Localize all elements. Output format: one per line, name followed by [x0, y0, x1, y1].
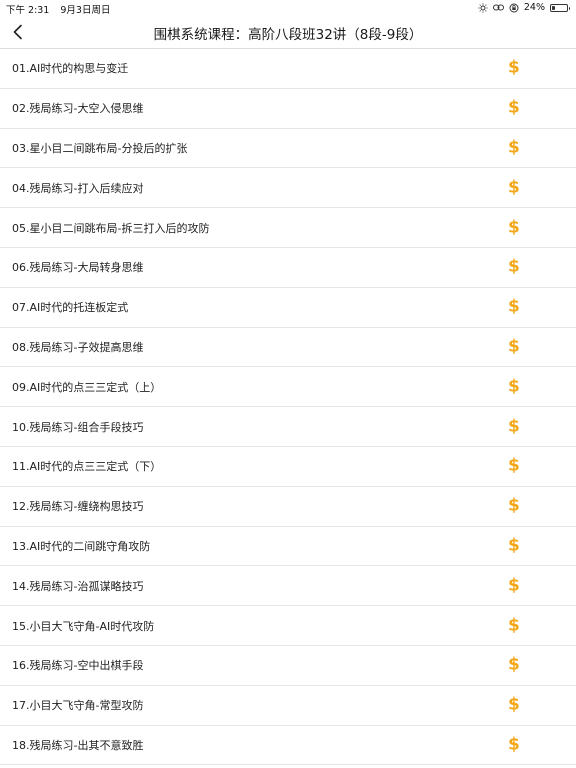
dollar-icon: $ — [508, 416, 520, 437]
status-date: 9月3日周日 — [60, 5, 111, 16]
dollar-icon: $ — [508, 455, 520, 476]
dollar-icon: $ — [508, 97, 520, 118]
lesson-item[interactable]: 10.残局练习-组合手段技巧 $ — [0, 407, 576, 447]
lesson-title: 16.残局练习-空中出棋手段 — [12, 659, 144, 673]
lesson-title: 05.星小目二间跳布局-拆三打入后的攻防 — [12, 221, 210, 235]
dollar-icon: $ — [508, 137, 520, 158]
lesson-item[interactable]: 11.AI时代的点三三定式（下） $ — [0, 447, 576, 487]
status-bar: 下午 2:31 9月3日周日 24% — [0, 0, 576, 16]
lesson-title: 13.AI时代的二间跳守角攻防 — [12, 539, 151, 553]
lesson-item[interactable]: 03.星小目二间跳布局-分投后的扩张 $ — [0, 129, 576, 169]
lesson-item[interactable]: 01.AI时代的构思与变迁 $ — [0, 49, 576, 89]
lesson-title: 10.残局练习-组合手段技巧 — [12, 420, 144, 434]
lesson-item[interactable]: 18.残局练习-出其不意致胜 $ — [0, 726, 576, 766]
lesson-item[interactable]: 06.残局练习-大局转身思维 $ — [0, 248, 576, 288]
dollar-icon: $ — [508, 57, 520, 78]
lesson-title: 11.AI时代的点三三定式（下） — [12, 460, 162, 474]
lesson-title: 02.残局练习-大空入侵思维 — [12, 102, 144, 116]
dollar-icon: $ — [508, 336, 520, 357]
dollar-icon: $ — [508, 177, 520, 198]
lesson-item[interactable]: 08.残局练习-子效提高思维 $ — [0, 328, 576, 368]
lesson-item[interactable]: 12.残局练习-缠绕构思技巧 $ — [0, 487, 576, 527]
battery-icon — [550, 3, 570, 12]
nav-bar: 围棋系统课程：高阶八段班32讲（8段-9段） — [0, 16, 576, 49]
status-right: 24% — [478, 2, 570, 13]
link-icon — [492, 3, 504, 12]
dollar-icon: $ — [508, 296, 520, 317]
lesson-title: 07.AI时代的托连板定式 — [12, 301, 129, 315]
lesson-title: 15.小目大飞守角-AI时代攻防 — [12, 619, 155, 633]
lesson-title: 06.残局练习-大局转身思维 — [12, 261, 144, 275]
page-title: 围棋系统课程：高阶八段班32讲（8段-9段） — [153, 27, 423, 43]
lesson-item[interactable]: 07.AI时代的托连板定式 $ — [0, 288, 576, 328]
lesson-title: 03.星小目二间跳布局-分投后的扩张 — [12, 141, 188, 155]
lesson-title: 18.残局练习-出其不意致胜 — [12, 738, 144, 752]
dollar-icon: $ — [508, 734, 520, 755]
chevron-left-icon — [13, 24, 22, 40]
dollar-icon: $ — [508, 256, 520, 277]
dollar-icon: $ — [508, 694, 520, 715]
dollar-icon: $ — [508, 376, 520, 397]
lesson-title: 12.残局练习-缠绕构思技巧 — [12, 500, 144, 514]
dollar-icon: $ — [508, 217, 520, 238]
lesson-item[interactable]: 14.残局练习-治孤谋略技巧 $ — [0, 566, 576, 607]
status-left: 下午 2:31 9月3日周日 — [6, 2, 110, 16]
dollar-icon: $ — [508, 575, 520, 596]
lesson-list: 01.AI时代的构思与变迁 $02.残局练习-大空入侵思维 $03.星小目二间跳布局… — [0, 49, 576, 766]
dollar-icon: $ — [508, 615, 520, 636]
dollar-icon: $ — [508, 654, 520, 675]
lesson-title: 09.AI时代的点三三定式（上） — [12, 380, 162, 394]
lesson-title: 08.残局练习-子效提高思维 — [12, 340, 144, 354]
status-time: 下午 2:31 — [6, 5, 50, 16]
lesson-item[interactable]: 09.AI时代的点三三定式（上） $ — [0, 367, 576, 408]
battery-level — [552, 5, 556, 10]
brightness-icon — [478, 2, 488, 13]
back-button[interactable] — [6, 20, 30, 44]
dollar-icon: $ — [508, 495, 520, 516]
lesson-item[interactable]: 04.残局练习-打入后续应对 $ — [0, 168, 576, 209]
lesson-title: 17.小目大飞守角-常型攻防 — [12, 699, 144, 713]
lesson-title: 14.残局练习-治孤谋略技巧 — [12, 579, 144, 593]
battery-percent: 24% — [523, 2, 545, 13]
lesson-title: 01.AI时代的构思与变迁 — [12, 62, 129, 76]
lesson-item[interactable]: 05.星小目二间跳布局-拆三打入后的攻防 $ — [0, 208, 576, 248]
lesson-item[interactable]: 13.AI时代的二间跳守角攻防 $ — [0, 527, 576, 567]
lesson-title: 04.残局练习-打入后续应对 — [12, 181, 144, 195]
lesson-item[interactable]: 17.小目大飞守角-常型攻防 $ — [0, 686, 576, 726]
dollar-icon: $ — [508, 535, 520, 556]
lesson-item[interactable]: 16.残局练习-空中出棋手段 $ — [0, 646, 576, 686]
lesson-item[interactable]: 02.残局练习-大空入侵思维 $ — [0, 89, 576, 129]
rotation-lock-icon — [509, 3, 519, 13]
lesson-item[interactable]: 15.小目大飞守角-AI时代攻防 $ — [0, 606, 576, 646]
